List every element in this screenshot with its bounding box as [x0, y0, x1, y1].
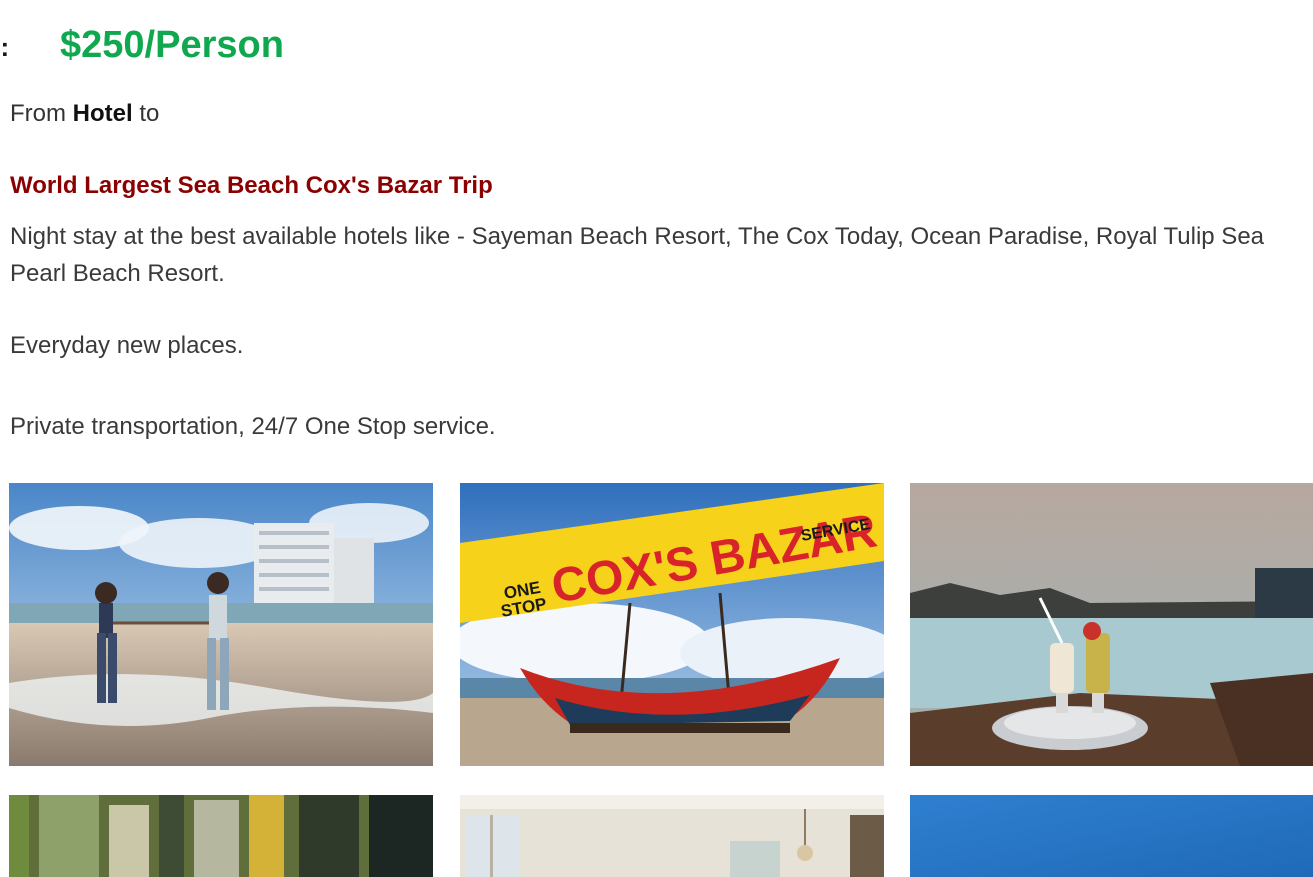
route-origin: Hotel [72, 100, 133, 127]
blue-sky-photo [910, 795, 1313, 877]
note-everyday-places: Everyday new places. [10, 332, 244, 359]
route-line: From Hotel to [10, 100, 159, 128]
rooftop-drinks-photo [910, 483, 1313, 766]
coxs-bazar-service-banner: ONE STOP COX'S BAZAR SERVICE [460, 483, 884, 766]
beach-couple-photo [9, 483, 433, 766]
route-from-word: From [10, 100, 66, 127]
trip-title: World Largest Sea Beach Cox's Bazar Trip [10, 172, 493, 199]
price-per-person: $250/Person [60, 24, 284, 66]
route-to-word: to [139, 100, 160, 127]
hotel-atrium-photo [9, 795, 433, 877]
note-transport: Private transportation, 24/7 One Stop se… [10, 413, 496, 440]
trip-description: Night stay at the best available hotels … [10, 223, 1265, 287]
day-label: 6: [0, 32, 10, 62]
hotel-room-photo [460, 795, 884, 877]
